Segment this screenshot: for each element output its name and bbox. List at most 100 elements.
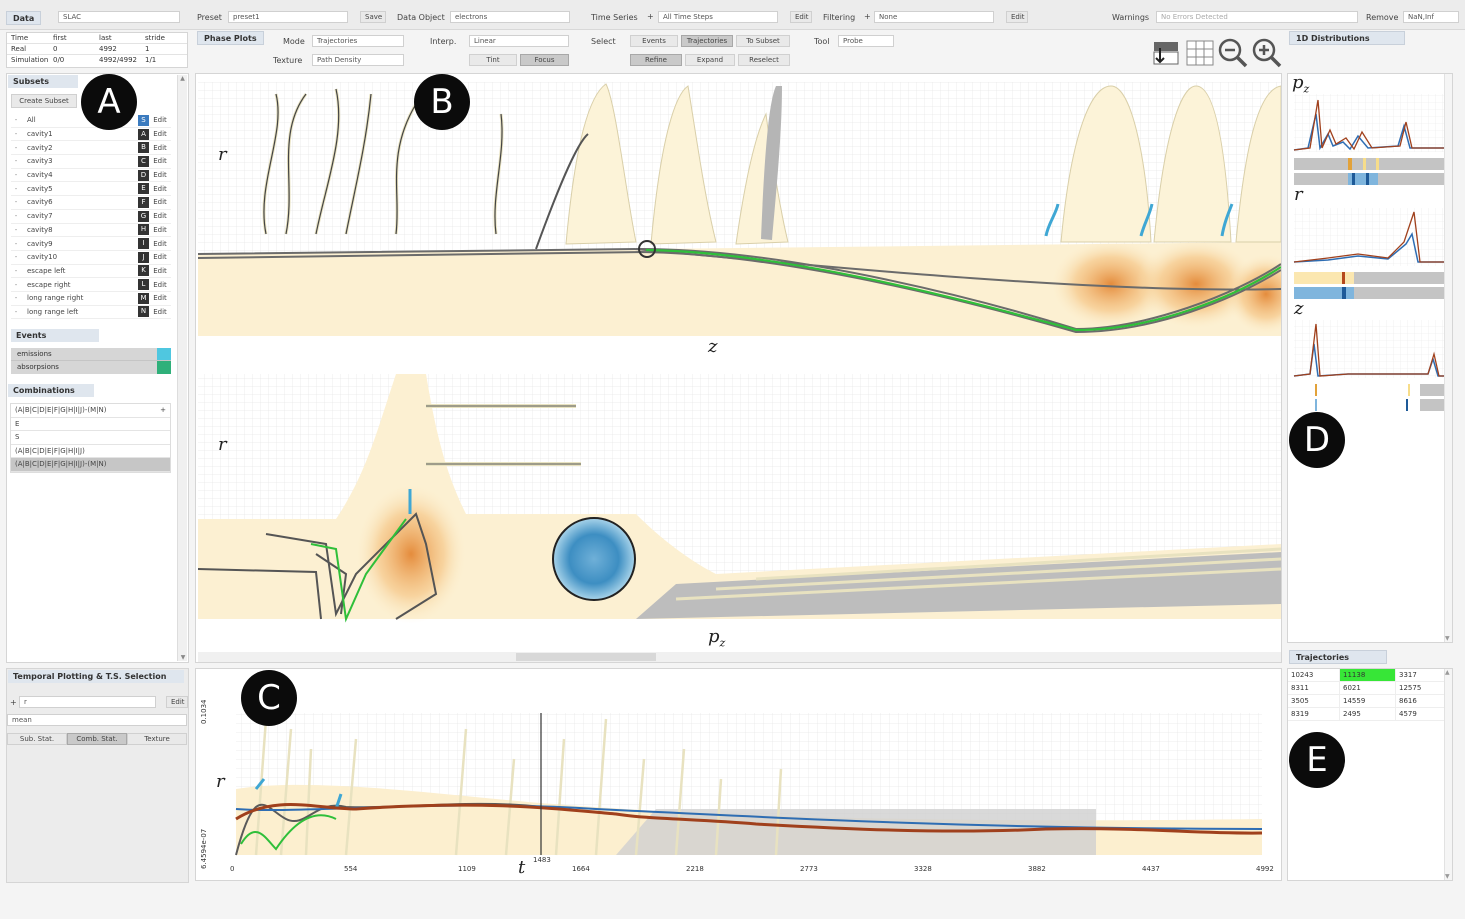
remove-subset-icon[interactable]: - bbox=[11, 267, 21, 275]
time-series-edit-button[interactable]: Edit bbox=[790, 11, 812, 23]
filtering-field[interactable]: None bbox=[874, 11, 994, 23]
zoom-out-icon[interactable] bbox=[1218, 38, 1248, 68]
combination-item[interactable]: E bbox=[11, 418, 170, 431]
refine-button[interactable]: Refine bbox=[630, 54, 682, 66]
remove-subset-icon[interactable]: - bbox=[11, 240, 21, 248]
remove-subset-icon[interactable]: - bbox=[11, 130, 21, 138]
subset-key-badge[interactable]: A bbox=[138, 128, 149, 140]
trajectory-id-cell[interactable]: 3505 bbox=[1288, 695, 1340, 708]
subset-key-badge[interactable]: L bbox=[138, 279, 149, 291]
subset-row[interactable]: - long range right M Edit bbox=[11, 292, 171, 306]
trajectory-id-cell[interactable]: 11138 bbox=[1340, 669, 1396, 682]
subset-row[interactable]: - cavity10 J Edit bbox=[11, 251, 171, 265]
trajectory-id-cell[interactable]: 2495 bbox=[1340, 708, 1396, 721]
remove-subset-icon[interactable]: - bbox=[11, 198, 21, 206]
subset-key-badge[interactable]: K bbox=[138, 265, 149, 277]
data-tab[interactable]: Data bbox=[6, 11, 42, 25]
trajectory-id-cell[interactable]: 14559 bbox=[1340, 695, 1396, 708]
remove-subset-icon[interactable]: - bbox=[11, 294, 21, 302]
subset-row[interactable]: - cavity5 E Edit bbox=[11, 182, 171, 197]
time-cell[interactable]: 0 bbox=[53, 44, 99, 54]
subset-edit-button[interactable]: Edit bbox=[149, 240, 171, 248]
bottom-phase-plot[interactable] bbox=[197, 374, 1281, 624]
time-series-add-icon[interactable]: + bbox=[647, 12, 654, 21]
subset-key-badge[interactable]: F bbox=[138, 196, 149, 208]
subset-edit-button[interactable]: Edit bbox=[149, 294, 171, 302]
remove-subset-icon[interactable]: - bbox=[11, 171, 21, 179]
time-cell[interactable]: 1 bbox=[145, 44, 185, 54]
subset-row[interactable]: - cavity1 A Edit bbox=[11, 128, 171, 142]
subset-key-badge[interactable]: D bbox=[138, 169, 149, 181]
remove-subset-icon[interactable]: - bbox=[11, 281, 21, 289]
subset-edit-button[interactable]: Edit bbox=[149, 171, 171, 179]
subset-edit-button[interactable]: Edit bbox=[149, 144, 171, 152]
subset-edit-button[interactable]: Edit bbox=[149, 116, 171, 124]
subset-row[interactable]: - escape right L Edit bbox=[11, 278, 171, 292]
subset-row[interactable]: - long range left N Edit bbox=[11, 306, 171, 320]
interp-field[interactable]: Linear bbox=[469, 35, 569, 47]
statistic-field[interactable]: mean bbox=[7, 714, 187, 726]
subset-edit-button[interactable]: Edit bbox=[149, 308, 171, 316]
subset-key-badge[interactable]: G bbox=[138, 210, 149, 222]
trajectory-id-cell[interactable]: 8319 bbox=[1288, 708, 1340, 721]
filtering-edit-button[interactable]: Edit bbox=[1006, 11, 1028, 23]
subset-row[interactable]: - cavity3 C Edit bbox=[11, 155, 171, 169]
remove-field[interactable]: NaN,Inf bbox=[1403, 11, 1459, 23]
trajectory-id-cell[interactable]: 8616 bbox=[1396, 695, 1446, 708]
preset-field[interactable]: preset1 bbox=[228, 11, 348, 23]
time-series-field[interactable]: All Time Steps bbox=[658, 11, 778, 23]
time-cell[interactable]: 1/1 bbox=[145, 55, 185, 66]
subset-row[interactable]: - cavity2 B Edit bbox=[11, 141, 171, 156]
trajectory-id-cell[interactable]: 12575 bbox=[1396, 682, 1446, 695]
filtering-add-icon[interactable]: + bbox=[864, 12, 871, 21]
subset-row[interactable]: - cavity6 F Edit bbox=[11, 196, 171, 210]
mode-field[interactable]: Trajectories bbox=[312, 35, 404, 47]
comb-stat-tab[interactable]: Comb. Stat. bbox=[67, 733, 127, 745]
event-color-swatch[interactable] bbox=[157, 361, 171, 374]
subset-edit-button[interactable]: Edit bbox=[149, 226, 171, 234]
trajectory-id-cell[interactable]: 10243 bbox=[1288, 669, 1340, 682]
subset-edit-button[interactable]: Edit bbox=[149, 212, 171, 220]
event-row-emissions[interactable]: emissions bbox=[11, 348, 171, 361]
subset-edit-button[interactable]: Edit bbox=[149, 198, 171, 206]
distributions-scrollbar[interactable]: ▼ bbox=[1444, 74, 1452, 642]
subset-key-badge[interactable]: B bbox=[138, 142, 149, 154]
tool-field[interactable]: Probe bbox=[838, 35, 894, 47]
subset-key-badge[interactable]: M bbox=[138, 292, 149, 304]
trajectories-scrollbar[interactable]: ▲ ▼ bbox=[1444, 669, 1452, 880]
data-object-field[interactable]: electrons bbox=[450, 11, 570, 23]
distributions-canvas[interactable] bbox=[1288, 74, 1454, 644]
top-phase-plot[interactable] bbox=[197, 82, 1282, 336]
subset-key-badge[interactable]: I bbox=[138, 238, 149, 250]
time-cell[interactable]: 0/0 bbox=[53, 55, 99, 66]
phase-plot-canvas[interactable] bbox=[196, 74, 1282, 663]
subset-key-badge[interactable]: J bbox=[138, 251, 149, 263]
subset-edit-button[interactable]: Edit bbox=[149, 253, 171, 261]
phase-plots-tab[interactable]: Phase Plots bbox=[197, 31, 264, 45]
texture-tab[interactable]: Texture bbox=[127, 733, 187, 745]
temporal-plot-canvas[interactable] bbox=[196, 669, 1282, 881]
texture-field[interactable]: Path Density bbox=[312, 54, 404, 66]
temporal-add-icon[interactable]: + bbox=[10, 698, 17, 707]
trajectory-id-cell[interactable]: 8311 bbox=[1288, 682, 1340, 695]
trajectory-id-cell[interactable]: 6021 bbox=[1340, 682, 1396, 695]
time-cell[interactable]: 4992 bbox=[99, 44, 145, 54]
remove-subset-icon[interactable]: - bbox=[11, 157, 21, 165]
combination-item[interactable]: (A|B|C|D|E|F|G|H|I|J)-(M|N) + bbox=[11, 404, 170, 418]
subset-row[interactable]: - cavity4 D Edit bbox=[11, 169, 171, 183]
subset-key-badge[interactable]: S bbox=[138, 114, 149, 126]
to-subset-button[interactable]: To Subset bbox=[736, 35, 790, 47]
subset-row[interactable]: - cavity9 I Edit bbox=[11, 237, 171, 251]
subset-key-badge[interactable]: N bbox=[138, 306, 149, 318]
phase-horizontal-scrollbar[interactable] bbox=[198, 652, 1281, 662]
remove-subset-icon[interactable]: - bbox=[11, 253, 21, 261]
remove-subset-icon[interactable]: - bbox=[11, 185, 21, 193]
subset-edit-button[interactable]: Edit bbox=[149, 281, 171, 289]
combination-item[interactable]: S bbox=[11, 431, 170, 445]
tint-button[interactable]: Tint bbox=[469, 54, 517, 66]
event-color-swatch[interactable] bbox=[157, 348, 171, 360]
remove-subset-icon[interactable]: - bbox=[11, 308, 21, 316]
trajectory-id-cell[interactable]: 4579 bbox=[1396, 708, 1446, 721]
subset-row[interactable]: - cavity8 H Edit bbox=[11, 224, 171, 238]
left-scrollbar[interactable]: ▲ ▼ bbox=[177, 75, 187, 661]
